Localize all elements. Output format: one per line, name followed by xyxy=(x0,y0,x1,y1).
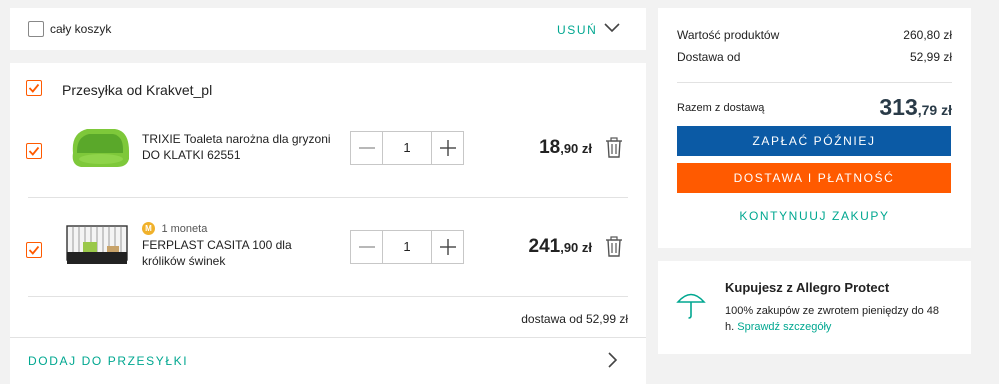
delivery-value: 52,99 zł xyxy=(909,50,952,64)
add-to-shipment-row[interactable]: DODAJ DO PRZESYŁKI xyxy=(10,338,646,384)
item-2-quantity-stepper: 1 xyxy=(350,230,464,264)
total-label: Razem z dostawą xyxy=(677,102,765,114)
item-1-price-main: 18 xyxy=(539,137,561,158)
product-image-cage[interactable] xyxy=(63,220,133,270)
item-2-increase-button[interactable] xyxy=(431,231,463,263)
delivery-label: Dostawa od xyxy=(677,50,741,64)
shipping-note: dostawa od 52,99 zł xyxy=(521,312,628,326)
seller-title: Przesyłka od Krakvet_pl xyxy=(62,82,213,98)
item-2-price: 241,90 zł xyxy=(480,236,593,258)
item-1-price-cents: ,90 zł xyxy=(560,141,592,156)
chevron-right-icon[interactable] xyxy=(608,352,618,368)
products-value-label: Wartość produktów xyxy=(677,28,780,42)
item-1-price: 18,90 zł xyxy=(490,137,592,159)
item-1-name[interactable]: TRIXIE Toaleta narożna dla gryzoni DO KL… xyxy=(142,131,342,163)
allegro-protect-card: Kupujesz z Allegro Protect 100% zakupów … xyxy=(658,261,971,354)
item-2-quantity-input[interactable]: 1 xyxy=(383,231,431,263)
plus-icon xyxy=(440,239,456,255)
minus-icon xyxy=(359,246,375,248)
item-2-checkbox[interactable] xyxy=(26,242,42,258)
pay-later-button[interactable]: ZAPŁAĆ PÓŹNIEJ xyxy=(677,126,951,156)
total-price: 313,79 zł xyxy=(879,94,952,121)
item-1-decrease-button[interactable] xyxy=(351,132,383,164)
umbrella-icon xyxy=(676,293,706,319)
item-2-coin-badge: M 1 moneta xyxy=(142,220,208,236)
cart-item-2: M 1 moneta FERPLAST CASITA 100 dla króli… xyxy=(10,198,646,296)
item-1-quantity-input[interactable]: 1 xyxy=(383,132,431,164)
product-image-toilet[interactable] xyxy=(67,123,133,171)
coin-icon: M xyxy=(142,222,155,236)
total-price-main: 313 xyxy=(879,94,918,120)
plus-icon xyxy=(440,140,456,156)
item-1-trash-icon[interactable] xyxy=(604,137,624,159)
item-2-price-cents: ,90 zł xyxy=(560,240,592,255)
protect-details-link[interactable]: Sprawdź szczegóły xyxy=(737,321,831,333)
divider xyxy=(28,296,628,297)
remove-button[interactable]: USUŃ xyxy=(557,23,597,37)
cart-item-1: TRIXIE Toaleta narożna dla gryzoni DO KL… xyxy=(10,111,646,197)
item-2-coin-label: 1 moneta xyxy=(161,222,208,235)
item-2-decrease-button[interactable] xyxy=(351,231,383,263)
select-all-label: cały koszyk xyxy=(50,22,112,36)
checkout-button[interactable]: DOSTAWA I PŁATNOŚĆ xyxy=(677,163,951,193)
products-value: 260,80 zł xyxy=(903,28,952,42)
total-price-cents: ,79 zł xyxy=(917,102,952,118)
select-all-checkbox[interactable] xyxy=(28,21,44,37)
seller-shipment-card: Przesyłka od Krakvet_pl TRIXIE Toaleta n… xyxy=(10,63,646,384)
chevron-down-icon[interactable] xyxy=(604,23,620,33)
item-2-name[interactable]: FERPLAST CASITA 100 dla królików świnek xyxy=(142,237,332,269)
protect-text-block: 100% zakupów ze zwrotem pieniędzy do 48 … xyxy=(725,303,945,335)
minus-icon xyxy=(359,147,375,149)
divider xyxy=(677,82,952,83)
add-to-shipment-label[interactable]: DODAJ DO PRZESYŁKI xyxy=(28,354,188,368)
item-2-trash-icon[interactable] xyxy=(604,236,624,258)
item-1-increase-button[interactable] xyxy=(431,132,463,164)
seller-checkbox[interactable] xyxy=(26,80,42,96)
item-2-price-main: 241 xyxy=(528,236,561,257)
order-summary-card: Wartość produktów 260,80 zł Dostawa od 5… xyxy=(658,8,971,248)
protect-title: Kupujesz z Allegro Protect xyxy=(725,280,890,295)
continue-shopping-link[interactable]: KONTYNUUJ ZAKUPY xyxy=(658,209,971,223)
item-1-quantity-stepper: 1 xyxy=(350,131,464,165)
select-all-bar: cały koszyk USUŃ xyxy=(10,8,646,50)
item-1-checkbox[interactable] xyxy=(26,143,42,159)
